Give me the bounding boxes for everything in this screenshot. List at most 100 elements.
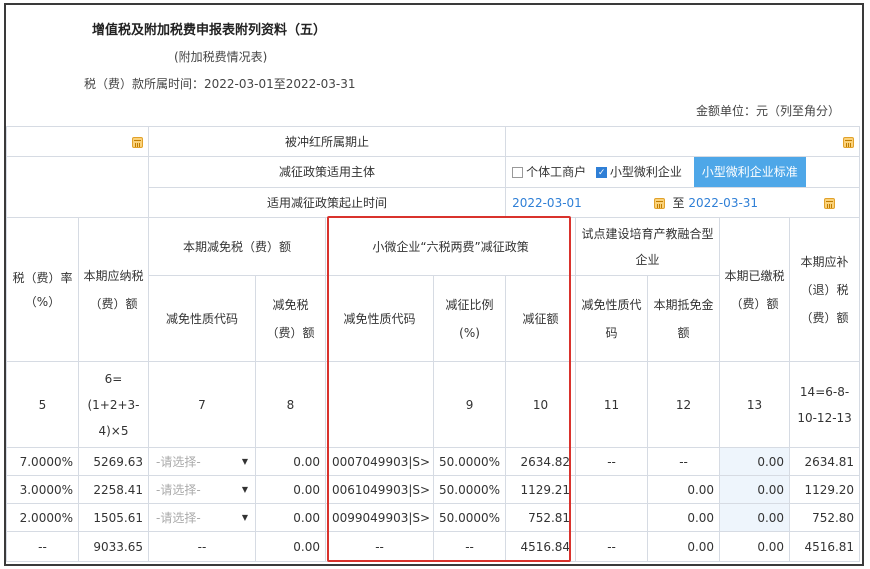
- pilot-code-cell: --: [575, 447, 649, 476]
- small-enterprise-option[interactable]: 小型微利企业: [595, 162, 682, 184]
- paid-input[interactable]: 0.00: [719, 503, 791, 532]
- checkbox-icon[interactable]: [512, 167, 524, 178]
- reduce-code-select[interactable]: -请选择- ▼: [148, 475, 256, 504]
- pilot-deduct-cell: 0.00: [647, 475, 721, 504]
- calendar-icon[interactable]: [653, 197, 665, 209]
- small-amount-cell: 2634.82: [505, 447, 577, 476]
- blank-cell: [6, 156, 149, 218]
- reduce-code-select[interactable]: -请选择- ▼: [148, 447, 256, 476]
- small-code-cell: --: [324, 531, 435, 562]
- col-paid: 本期已缴税（费）额: [719, 217, 791, 362]
- col-number: 12: [647, 361, 721, 448]
- small-amount-cell: 1129.21: [505, 475, 577, 504]
- col-small-ratio: 减征比例(%): [433, 275, 507, 362]
- table-row: 7.0000% 5269.63 -请选择- ▼ 0.00 0007049903|S…: [6, 447, 861, 476]
- table-row: 3.0000% 2258.41 -请选择- ▼ 0.00 0061049903|S…: [6, 475, 861, 504]
- col-number: 10: [505, 361, 577, 448]
- small-code-cell: 0007049903|S>: [324, 447, 435, 476]
- col-number: [324, 361, 435, 448]
- small-ratio-cell: 50.0000%: [433, 503, 507, 532]
- rate-cell: 7.0000%: [6, 447, 79, 476]
- hongchong-label: 被冲红所属期止: [147, 126, 507, 157]
- col-number: 8: [255, 361, 326, 448]
- payable-cell: 9033.65: [78, 531, 149, 562]
- payable-cell: 2258.41: [78, 475, 149, 504]
- caret-down-icon: ▼: [241, 512, 248, 522]
- refund-cell: 752.80: [789, 503, 861, 532]
- reduce-code-select[interactable]: -请选择- ▼: [148, 503, 256, 532]
- start-date[interactable]: 2022-03-01: [512, 196, 582, 210]
- reduce-code-cell: --: [148, 531, 256, 562]
- payable-cell: 5269.63: [78, 447, 149, 476]
- rate-cell: --: [6, 531, 79, 562]
- pilot-deduct-cell: 0.00: [647, 503, 721, 532]
- paid-cell: 0.00: [719, 531, 791, 562]
- policy-subject-options: 个体工商户 小型微利企业 小型微利企业标准: [505, 156, 861, 188]
- to-label: 至: [672, 195, 685, 210]
- col-number: 5: [6, 361, 79, 448]
- col-small-amount: 减征额: [505, 275, 577, 362]
- col-pilot-deduct: 本期抵免金额: [647, 275, 721, 362]
- col-reduce-group: 本期减免税（费）额: [148, 217, 326, 276]
- paid-input[interactable]: 0.00: [719, 475, 791, 504]
- standard-button[interactable]: 小型微利企业标准: [693, 157, 806, 187]
- col-rate: 税（费）率（%）: [6, 217, 79, 362]
- policy-period-label: 适用减征政策起止时间: [147, 187, 507, 218]
- paid-input[interactable]: 0.00: [719, 447, 791, 476]
- col-number: 6=(1+2+3-4)×5: [78, 361, 149, 448]
- col-pilot-group: 试点建设培育产教融合型企业: [575, 217, 721, 276]
- total-row: -- 9033.65 -- 0.00 -- -- 4516.84 -- 0.00…: [6, 531, 861, 562]
- period-label: 税（费）款所属时间：2022-03-01至2022-03-31: [84, 77, 356, 91]
- hongchong-date-cell[interactable]: [6, 126, 149, 157]
- pilot-code-cell: --: [575, 531, 649, 562]
- calendar-icon[interactable]: [132, 136, 143, 148]
- rate-cell: 2.0000%: [6, 503, 79, 532]
- reduce-amount-cell: 0.00: [255, 475, 326, 504]
- pilot-code-cell: [575, 475, 649, 504]
- payable-cell: 1505.61: [78, 503, 149, 532]
- form-subtitle: (附加税费情况表): [174, 50, 268, 64]
- col-payable: 本期应纳税（费）额: [78, 217, 149, 362]
- col-reduce-code: 减免性质代码: [148, 275, 256, 362]
- small-ratio-cell: 50.0000%: [433, 447, 507, 476]
- col-reduce-amount: 减免税（费）额: [255, 275, 326, 362]
- individual-option[interactable]: 个体工商户: [512, 165, 586, 179]
- table-row: 2.0000% 1505.61 -请选择- ▼ 0.00 0099049903|S…: [6, 503, 861, 532]
- refund-cell: 1129.20: [789, 475, 861, 504]
- col-number: 11: [575, 361, 649, 448]
- pilot-deduct-cell: --: [647, 447, 721, 476]
- small-code-cell: 0099049903|S>: [324, 503, 435, 532]
- reduce-amount-cell: 0.00: [255, 531, 326, 562]
- small-ratio-cell: 50.0000%: [433, 475, 507, 504]
- reduce-amount-cell: 0.00: [255, 503, 326, 532]
- calendar-icon[interactable]: [823, 197, 835, 209]
- hongchong-end-cell[interactable]: [505, 126, 861, 157]
- col-pilot-code: 减免性质代码: [575, 275, 649, 362]
- end-date[interactable]: 2022-03-31: [688, 196, 758, 210]
- small-amount-cell: 752.81: [505, 503, 577, 532]
- col-number: 7: [148, 361, 256, 448]
- form-title: 增值税及附加税费申报表附列资料（五）: [92, 23, 327, 38]
- col-refund: 本期应补（退）税（费）额: [789, 217, 861, 362]
- refund-cell: 2634.81: [789, 447, 861, 476]
- policy-subject-label: 减征政策适用主体: [147, 156, 507, 188]
- policy-period-field: 2022-03-01 至 2022-03-31: [505, 187, 861, 218]
- caret-down-icon: ▼: [241, 484, 248, 494]
- rate-cell: 3.0000%: [6, 475, 79, 504]
- unit-label: 金额单位：元（列至角分）: [695, 104, 840, 118]
- checkbox-checked-icon[interactable]: [595, 162, 607, 184]
- small-amount-cell: 4516.84: [505, 531, 577, 562]
- pilot-deduct-cell: 0.00: [647, 531, 721, 562]
- col-number: 13: [719, 361, 791, 448]
- small-code-cell: 0061049903|S>: [324, 475, 435, 504]
- tax-table: 被冲红所属期止 减征政策适用主体 个体工商户 小型微利企业 小型微利企业标准 适…: [6, 126, 861, 562]
- reduce-amount-cell: 0.00: [255, 447, 326, 476]
- form-panel: 增值税及附加税费申报表附列资料（五） (附加税费情况表) 税（费）款所属时间：2…: [4, 3, 864, 566]
- col-small-group: 小微企业“六税两费”减征政策: [324, 217, 577, 276]
- caret-down-icon: ▼: [241, 456, 248, 466]
- calendar-icon[interactable]: [843, 136, 855, 148]
- col-number: 14=6-8-10-12-13: [789, 361, 861, 448]
- col-number: 9: [433, 361, 507, 448]
- pilot-code-cell: [575, 503, 649, 532]
- small-ratio-cell: --: [433, 531, 507, 562]
